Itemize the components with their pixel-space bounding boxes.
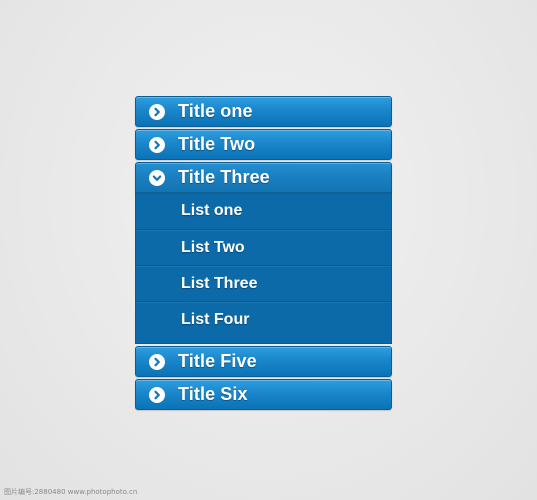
accordion-header-title-three[interactable]: Title Three	[135, 162, 392, 193]
list-item-label: List Four	[181, 310, 250, 328]
list-item-list-three[interactable]: List Three	[136, 265, 391, 301]
chevron-down-icon	[149, 169, 165, 186]
accordion-header-label: Title Two	[178, 134, 256, 154]
list-item-list-four[interactable]: List Four	[136, 301, 391, 337]
accordion-header-title-one[interactable]: Title one	[135, 96, 392, 127]
accordion-header-title-five[interactable]: Title Five	[135, 346, 392, 377]
accordion-header-label: Title Six	[178, 384, 248, 404]
accordion-header-label: Title Three	[178, 167, 270, 187]
chevron-right-icon	[149, 103, 165, 120]
list-item-list-one[interactable]: List one	[136, 193, 391, 229]
chevron-right-icon	[149, 353, 165, 370]
list-item-label: List Three	[181, 274, 258, 292]
accordion-header-title-six[interactable]: Title Six	[135, 379, 392, 410]
watermark-text: 图片编号:2880480 www.photophoto.cn	[4, 488, 138, 496]
chevron-right-icon	[149, 136, 165, 153]
list-item-list-two[interactable]: List Two	[136, 229, 391, 265]
accordion-header-title-two[interactable]: Title Two	[135, 129, 392, 160]
accordion-header-label: Title one	[178, 101, 253, 121]
list-item-label: List one	[181, 202, 243, 219]
accordion-panel-title-three: List one List Two List Three List Four	[135, 193, 392, 344]
accordion-menu: Title one Title Two Title Three List one…	[135, 96, 392, 412]
accordion-header-label: Title Five	[178, 351, 257, 371]
list-item-label: List Two	[181, 238, 245, 256]
chevron-right-icon	[149, 386, 165, 403]
